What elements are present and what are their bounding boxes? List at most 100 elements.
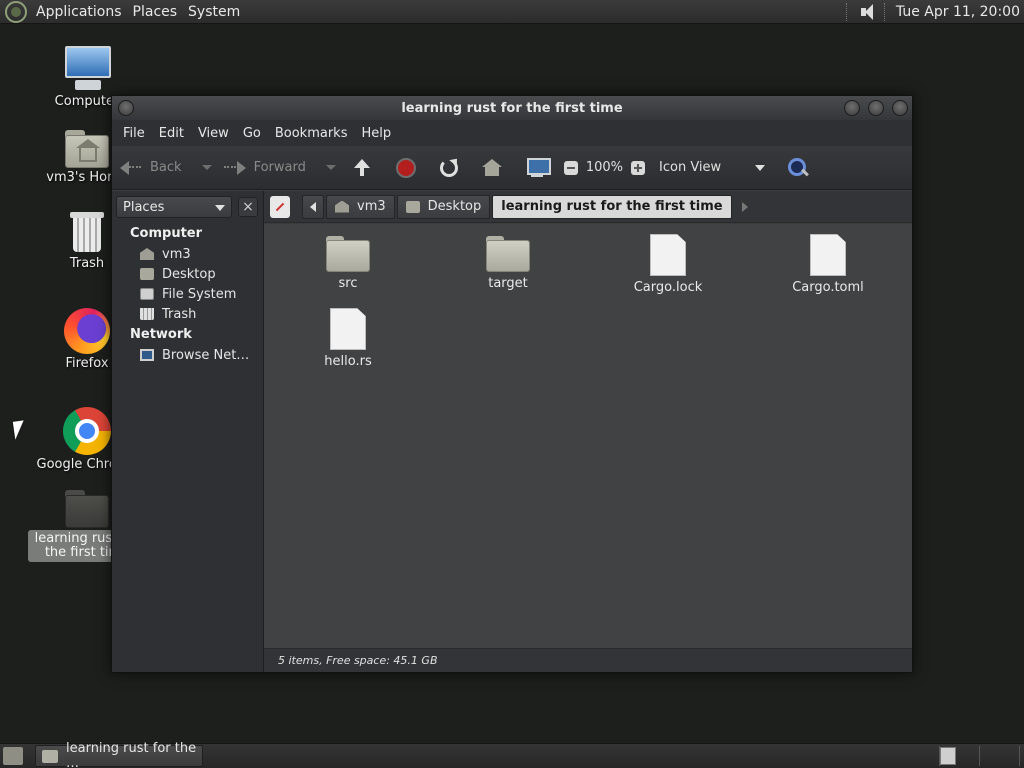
chevron-down-icon [215, 205, 225, 211]
trash-icon [140, 308, 154, 320]
breadcrumb-label: Desktop [427, 199, 482, 214]
breadcrumb-desktop[interactable]: Desktop [396, 194, 491, 219]
clock[interactable]: Tue Apr 11, 20:00 [896, 4, 1020, 20]
sidebar-item-label: Desktop [162, 266, 216, 282]
sidebar-type-label: Places [123, 199, 165, 215]
sidebar-item-desktop[interactable]: Desktop [112, 264, 263, 284]
view-mode-select[interactable]: Icon View [659, 160, 755, 175]
back-button[interactable]: Back [120, 160, 182, 175]
home-folder-icon [65, 130, 109, 168]
breadcrumb-current-folder[interactable]: learning rust for the first time [492, 194, 732, 219]
breadcrumb-scroll-right[interactable] [734, 195, 756, 219]
gnome-menu-icon[interactable] [5, 0, 27, 23]
chevron-down-icon[interactable] [755, 164, 766, 171]
desktop-folder-icon [140, 268, 154, 280]
close-button[interactable] [892, 100, 908, 116]
back-history-dropdown[interactable] [201, 165, 212, 170]
search-icon[interactable] [787, 157, 809, 179]
menu-view[interactable]: View [191, 126, 236, 141]
sidebar: Places × Computer vm3 Desktop File Syste… [112, 191, 264, 672]
sidebar-item-vm3[interactable]: vm3 [112, 244, 263, 264]
system-menu[interactable]: System [185, 4, 248, 20]
computer-icon [63, 46, 111, 92]
mouse-pointer-icon [12, 420, 27, 440]
volume-icon[interactable] [858, 2, 878, 22]
drive-icon [140, 288, 154, 300]
window-titlebar[interactable]: learning rust for the first time [112, 96, 912, 120]
file-manager-window: learning rust for the first time File Ed… [111, 95, 913, 673]
folder-icon [65, 490, 109, 528]
home-icon [335, 200, 349, 213]
show-desktop-icon[interactable] [3, 747, 23, 765]
file-name: target [488, 276, 528, 291]
sidebar-item-label: Browse Net… [162, 347, 250, 363]
file-name: Cargo.lock [633, 280, 703, 295]
chevron-right-icon [741, 201, 748, 212]
file-item[interactable]: src [288, 236, 408, 291]
sidebar-item-file-system[interactable]: File System [112, 284, 263, 304]
computer-icon[interactable] [526, 157, 551, 178]
sidebar-section-network: Network [130, 327, 192, 342]
edit-location-icon[interactable] [270, 195, 290, 218]
home-icon [140, 248, 154, 260]
window-menu-button[interactable] [118, 100, 134, 116]
reload-icon[interactable] [439, 158, 458, 177]
panel-separator [1019, 746, 1020, 766]
maximize-button[interactable] [868, 100, 884, 116]
file-item[interactable]: hello.rs [288, 308, 408, 369]
forward-button[interactable]: Forward [223, 160, 306, 175]
sidebar-header: Places × [112, 191, 263, 223]
file-name: hello.rs [324, 354, 372, 369]
stop-icon[interactable] [395, 157, 416, 178]
zoom-in-button[interactable] [631, 160, 646, 175]
workspace-switcher[interactable] [940, 747, 956, 765]
sidebar-item-label: vm3 [162, 246, 191, 262]
forward-history-dropdown[interactable] [325, 165, 336, 170]
desktop-folder-icon [405, 200, 420, 213]
chevron-left-icon [310, 201, 316, 212]
menu-help[interactable]: Help [354, 126, 398, 141]
close-sidebar-button[interactable]: × [238, 197, 258, 217]
menubar: File Edit View Go Bookmarks Help [112, 120, 912, 146]
back-arrow-icon [120, 160, 142, 175]
file-icon [330, 308, 366, 350]
file-view[interactable]: src target Cargo.lock Cargo.toml hello.r… [264, 224, 912, 648]
folder-icon [486, 236, 530, 272]
up-arrow-icon[interactable] [352, 158, 372, 178]
minimize-button[interactable] [844, 100, 860, 116]
zoom-level: 100% [585, 160, 624, 175]
panel-tray: Tue Apr 11, 20:00 [845, 0, 1020, 24]
taskbar-window-label: learning rust for the … [66, 741, 197, 768]
menu-file[interactable]: File [116, 126, 152, 141]
sidebar-item-browse-network[interactable]: Browse Net… [112, 345, 263, 365]
statusbar: 5 items, Free space: 45.1 GB [264, 648, 912, 672]
taskbar-window-button[interactable]: learning rust for the … [35, 741, 203, 768]
file-icon [810, 234, 846, 276]
content-area: Places × Computer vm3 Desktop File Syste… [112, 191, 912, 672]
breadcrumb: vm3 Desktop learning rust for the first … [264, 191, 912, 223]
menu-bookmarks[interactable]: Bookmarks [268, 126, 355, 141]
applications-menu[interactable]: Applications [33, 4, 130, 20]
breadcrumb-vm3[interactable]: vm3 [326, 194, 395, 219]
breadcrumb-scroll-left[interactable] [302, 194, 324, 219]
menu-edit[interactable]: Edit [152, 126, 191, 141]
toolbar: Back Forward 100% Icon View [112, 146, 912, 190]
folder-icon [42, 749, 58, 763]
status-text: 5 items, Free space: 45.1 GB [278, 654, 438, 667]
sidebar-item-trash[interactable]: Trash [112, 304, 263, 324]
home-icon[interactable] [481, 158, 502, 177]
forward-arrow-icon [223, 160, 246, 175]
places-menu[interactable]: Places [130, 4, 186, 20]
file-item[interactable]: Cargo.toml [768, 234, 888, 295]
top-panel: Applications Places System Tue Apr 11, 2… [0, 0, 1024, 24]
folder-icon [326, 236, 370, 272]
file-item[interactable]: target [448, 236, 568, 291]
breadcrumb-label: vm3 [357, 199, 386, 214]
file-item[interactable]: Cargo.lock [608, 234, 728, 295]
sidebar-type-select[interactable]: Places [116, 196, 232, 218]
back-label: Back [150, 160, 182, 175]
zoom-out-button[interactable] [563, 160, 578, 175]
file-name: src [338, 276, 358, 291]
menu-go[interactable]: Go [236, 126, 268, 141]
panel-separator [979, 746, 980, 766]
